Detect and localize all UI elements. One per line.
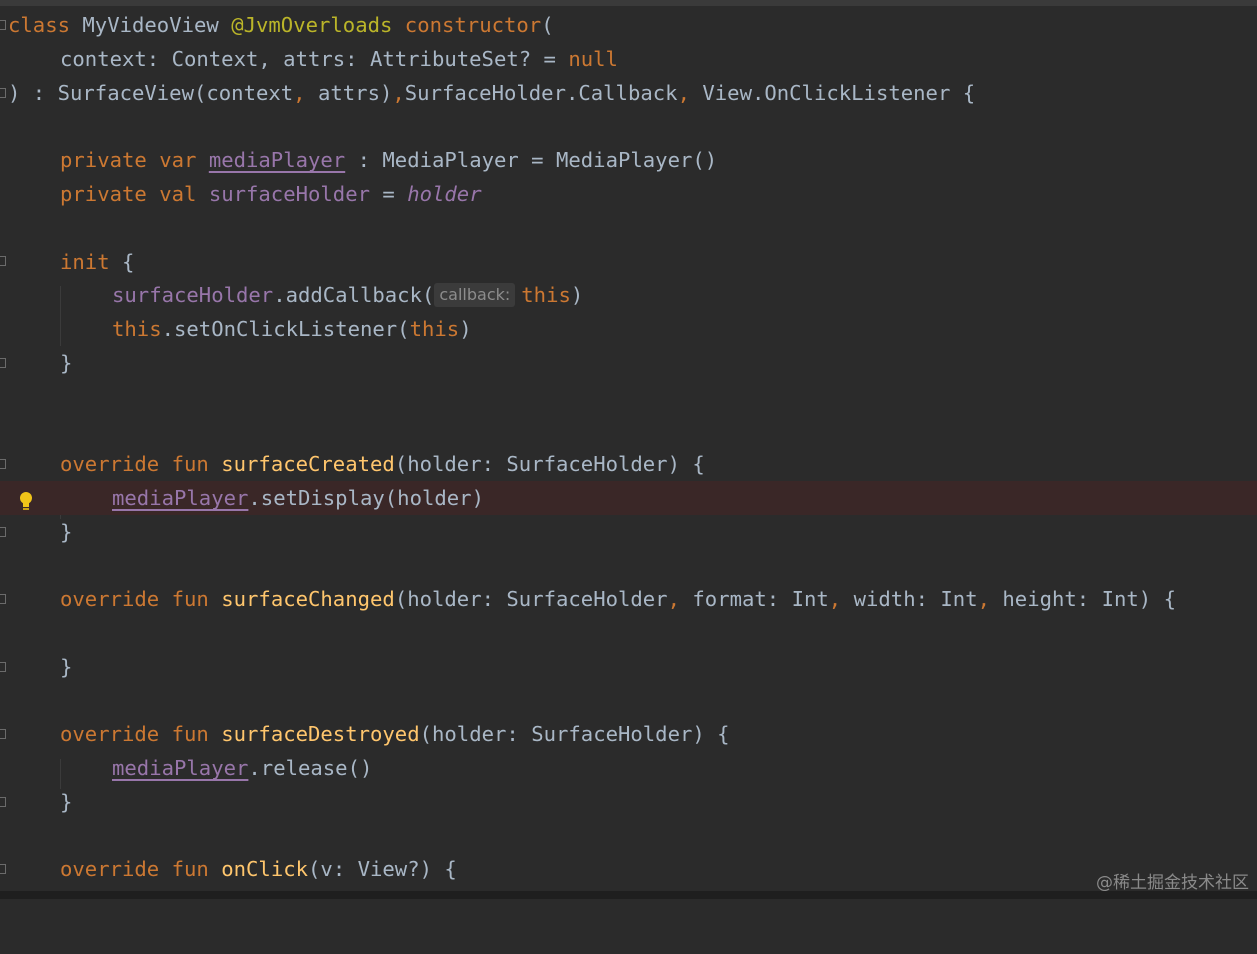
property-surfaceholder[interactable]: surfaceHolder: [209, 182, 370, 206]
property-surfaceholder[interactable]: surfaceHolder: [112, 283, 273, 307]
method-call: .setOnClickListener(: [161, 317, 410, 341]
function-param: width: Int: [841, 587, 978, 611]
function-param: (holder: SurfaceHolder: [394, 587, 668, 611]
keyword-fun: fun: [171, 587, 209, 611]
code-line: ) : SurfaceView(context, attrs),SurfaceH…: [0, 76, 1257, 110]
brace: }: [60, 351, 73, 375]
comma: ,: [977, 587, 990, 611]
code-line: }: [0, 515, 1257, 549]
window-bottom-bar: [0, 891, 1257, 899]
method-call: .setDisplay(holder): [248, 486, 484, 510]
brace: }: [60, 790, 73, 814]
brace: }: [60, 520, 73, 544]
property-mediaplayer[interactable]: mediaPlayer: [112, 756, 248, 780]
close-paren: ): [570, 283, 584, 307]
supertype-callback: SurfaceHolder.Callback: [404, 81, 678, 105]
brace: {: [109, 250, 135, 274]
keyword-override: override: [60, 452, 160, 476]
lightbulb-icon[interactable]: [18, 491, 34, 513]
code-editor[interactable]: class MyVideoView @JvmOverloads construc…: [0, 6, 1257, 891]
synthetic-holder: holder: [407, 182, 482, 206]
code-line: }: [0, 650, 1257, 684]
keyword-val: val: [159, 182, 197, 206]
keyword-null: null: [568, 47, 618, 71]
brace: }: [60, 655, 73, 679]
keyword-init: init: [60, 250, 110, 274]
comma: ,: [677, 81, 690, 105]
code-line: class MyVideoView @JvmOverloads construc…: [0, 8, 1257, 42]
function-params: (v: View?) {: [308, 857, 457, 881]
annotation: @JvmOverloads: [231, 13, 393, 37]
comma: ,: [293, 81, 306, 105]
property-type: : MediaPlayer = MediaPlayer(): [345, 148, 718, 172]
keyword-override: override: [60, 587, 160, 611]
supertype-surfaceview: ) : SurfaceView(context: [8, 81, 294, 105]
function-onclick[interactable]: onClick: [221, 857, 308, 881]
keyword-this: this: [112, 317, 162, 341]
keyword-fun: fun: [171, 857, 209, 881]
function-param: format: Int: [680, 587, 829, 611]
code-line: }: [0, 785, 1257, 819]
function-params: (holder: SurfaceHolder) {: [419, 722, 730, 746]
property-mediaplayer[interactable]: mediaPlayer: [112, 486, 248, 510]
keyword-constructor: constructor: [404, 13, 542, 37]
keyword-var: var: [159, 148, 197, 172]
code-line: override fun surfaceChanged(holder: Surf…: [0, 582, 1257, 616]
parameter-hint: callback:: [434, 283, 516, 307]
close-paren: ): [459, 317, 472, 341]
code-line-highlighted: mediaPlayer.setDisplay(holder): [0, 481, 1257, 515]
function-param: height: Int) {: [990, 587, 1176, 611]
keyword-private: private: [60, 148, 147, 172]
property-mediaplayer[interactable]: mediaPlayer: [209, 148, 345, 172]
class-name: MyVideoView: [82, 13, 219, 37]
method-call: .addCallback(: [273, 283, 435, 307]
watermark: @稀土掘金技术社区: [1096, 873, 1249, 893]
code-line: }: [0, 346, 1257, 380]
code-line: private var mediaPlayer : MediaPlayer = …: [0, 143, 1257, 177]
keyword-class: class: [8, 13, 70, 37]
code-line: context: Context, attrs: AttributeSet? =…: [0, 42, 1257, 76]
supertype-onclicklistener: View.OnClickListener {: [689, 81, 976, 105]
code-line: init {: [0, 245, 1257, 279]
function-surfacedestroyed[interactable]: surfaceDestroyed: [221, 722, 419, 746]
code-line: override fun surfaceDestroyed(holder: Su…: [0, 717, 1257, 751]
code-line: this.setOnClickListener(this): [0, 312, 1257, 346]
code-line: surfaceHolder.addCallback(callback: this): [0, 278, 1257, 312]
code-line: override fun onClick(v: View?) {: [0, 852, 1257, 886]
keyword-override: override: [60, 857, 160, 881]
keyword-fun: fun: [171, 452, 209, 476]
supertype-args: attrs): [305, 81, 393, 105]
constructor-params: context: Context, attrs: AttributeSet? =: [60, 47, 569, 71]
function-surfacechanged[interactable]: surfaceChanged: [221, 587, 395, 611]
keyword-fun: fun: [171, 722, 209, 746]
keyword-override: override: [60, 722, 160, 746]
function-surfacecreated[interactable]: surfaceCreated: [221, 452, 395, 476]
open-paren: (: [541, 13, 554, 37]
assign: =: [370, 182, 408, 206]
keyword-this: this: [521, 283, 571, 307]
keyword-private: private: [60, 182, 147, 206]
comma: ,: [828, 587, 842, 611]
code-line: override fun surfaceCreated(holder: Surf…: [0, 447, 1257, 481]
function-params: (holder: SurfaceHolder) {: [394, 452, 705, 476]
comma: ,: [392, 81, 405, 105]
keyword-this: this: [409, 317, 460, 341]
code-line: private val surfaceHolder = holder: [0, 177, 1257, 211]
comma: ,: [667, 587, 680, 611]
method-call: .release(): [248, 756, 373, 780]
code-line: mediaPlayer.release(): [0, 751, 1257, 785]
